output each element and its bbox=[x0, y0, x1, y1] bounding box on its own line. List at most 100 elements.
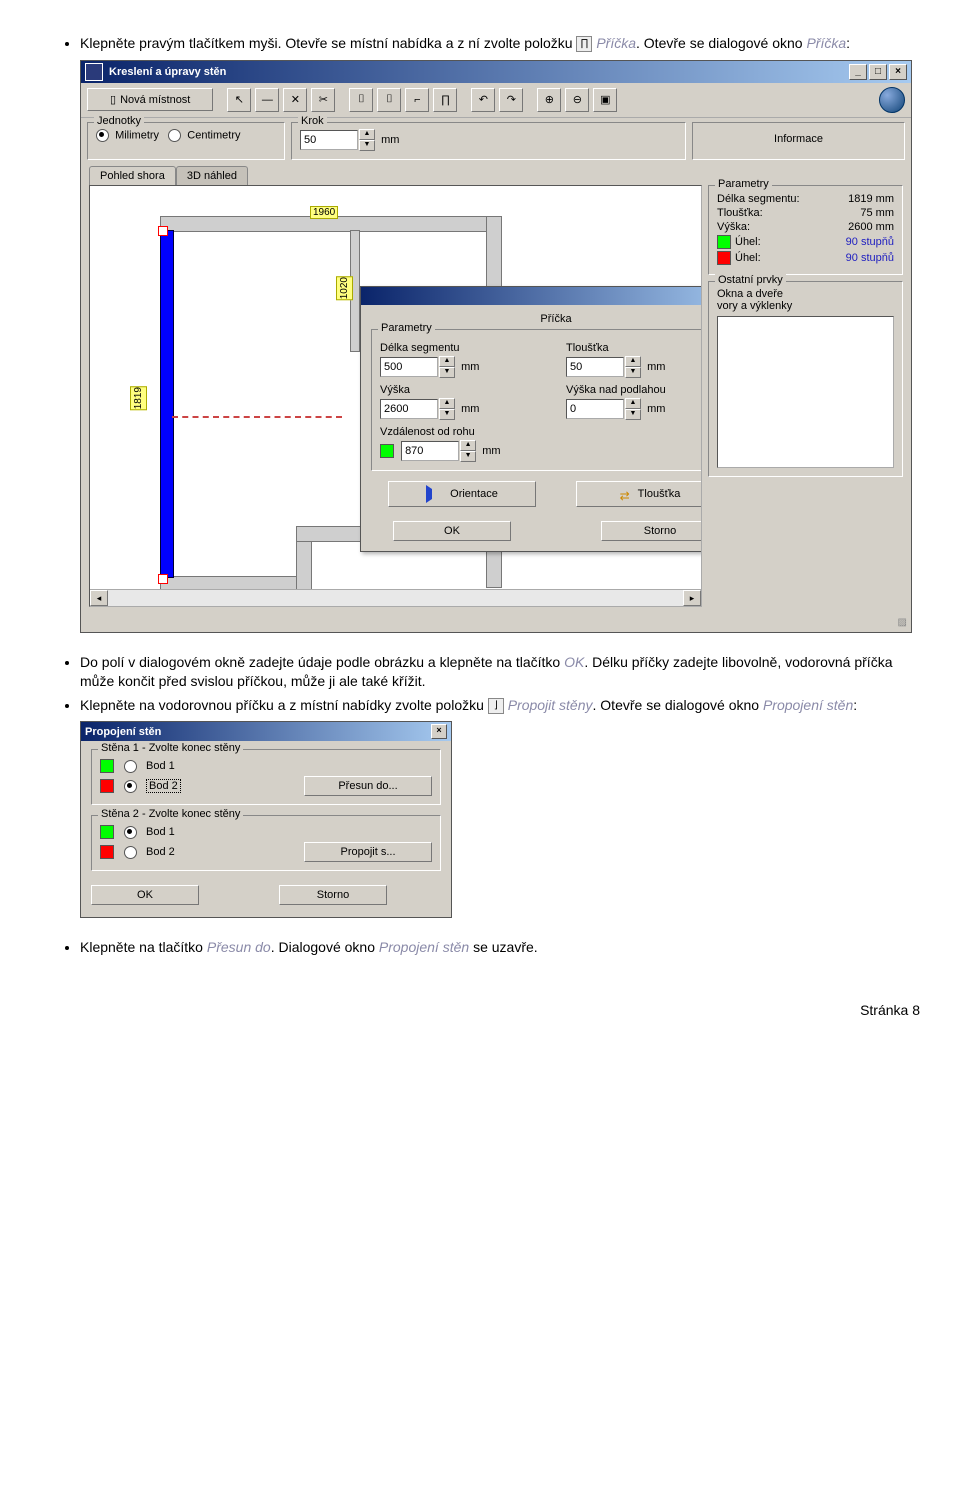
s2-radio-bod2[interactable] bbox=[124, 846, 137, 859]
s2-label-bod2: Bod 2 bbox=[146, 846, 175, 858]
s1-bod1-swatch bbox=[100, 759, 114, 773]
item-okna-dvere[interactable]: Okna a dveře bbox=[717, 288, 894, 300]
zoom-out-button[interactable]: ⊖ bbox=[565, 88, 589, 112]
krok-fieldset: Krok ▲▼ mm bbox=[291, 122, 686, 160]
undo-button[interactable]: ↶ bbox=[471, 88, 495, 112]
window-titlebar: Kreslení a úpravy stěn _ □ × bbox=[81, 61, 911, 83]
wall-handle-top[interactable] bbox=[158, 226, 168, 236]
stena2-legend: Stěna 2 - Zvolte konec stěny bbox=[98, 808, 243, 820]
tloustka-button[interactable]: Tloušťka bbox=[576, 481, 702, 507]
krok-up[interactable]: ▲ bbox=[359, 129, 375, 140]
s2-label-bod1: Bod 1 bbox=[146, 826, 175, 838]
item-vory-vyklenky[interactable]: vory a výklenky bbox=[717, 300, 894, 312]
redo-button[interactable]: ↷ bbox=[499, 88, 523, 112]
swap-icon bbox=[620, 489, 634, 499]
label-vzdal: Vzdálenost od rohu bbox=[380, 426, 702, 438]
pricka-storno-button[interactable]: Storno bbox=[601, 521, 702, 541]
instruction-1: Klepněte pravým tlačítkem myši. Otevře s… bbox=[80, 34, 920, 54]
corner-color-swatch[interactable] bbox=[380, 444, 394, 458]
input-delka[interactable] bbox=[380, 357, 438, 377]
instruction-3: Klepněte na vodorovnou příčku a z místní… bbox=[80, 696, 920, 716]
propojeni-storno-button[interactable]: Storno bbox=[279, 885, 387, 905]
wall-tool-2[interactable]: ⌷ bbox=[377, 88, 401, 112]
jednotky-fieldset: Jednotky Milimetry Centimetry bbox=[87, 122, 285, 160]
zoom-fit-button[interactable]: ▣ bbox=[593, 88, 617, 112]
radio-milimetry[interactable] bbox=[96, 129, 109, 142]
propojit-steny-icon: ⌋ bbox=[488, 698, 504, 714]
kresleni-window: Kreslení a úpravy stěn _ □ × ▯ Nová míst… bbox=[80, 60, 912, 633]
s1-radio-bod1[interactable] bbox=[124, 760, 137, 773]
label-centimetry: Centimetry bbox=[187, 129, 240, 141]
propojeni-sten-dialog: Propojení stěn × Stěna 1 - Zvolte konec … bbox=[80, 721, 452, 918]
parametry-fieldset: Parametry Délka segmentu:1819 mm Tloušťk… bbox=[708, 185, 903, 275]
s2-radio-bod1[interactable] bbox=[124, 826, 137, 839]
input-vzdal[interactable] bbox=[401, 441, 459, 461]
profile-tool[interactable]: ∏ bbox=[433, 88, 457, 112]
s1-bod2-swatch bbox=[100, 779, 114, 793]
resize-grip[interactable]: ▨ bbox=[81, 615, 911, 632]
selected-wall[interactable] bbox=[160, 230, 174, 578]
floorplan-canvas[interactable]: 1960 1020 1819 830 × Příčka Parametry Dé… bbox=[89, 185, 702, 607]
krok-down[interactable]: ▼ bbox=[359, 140, 375, 151]
krok-legend: Krok bbox=[298, 115, 327, 127]
parametry-legend: Parametry bbox=[715, 178, 772, 190]
s1-label-bod2: Bod 2 bbox=[146, 779, 181, 793]
propojeni-ok-button[interactable]: OK bbox=[91, 885, 199, 905]
elements-list[interactable] bbox=[717, 316, 894, 468]
wall-handle-bottom[interactable] bbox=[158, 574, 168, 584]
pricka-dashed bbox=[172, 416, 342, 418]
h-scrollbar[interactable]: ◂ ▸ bbox=[90, 589, 701, 606]
propojit-s-button[interactable]: Propojit s... bbox=[304, 842, 432, 862]
label-delka: Délka segmentu bbox=[380, 342, 546, 354]
nova-mistnost-button[interactable]: ▯ Nová místnost bbox=[87, 88, 213, 111]
krok-unit: mm bbox=[381, 134, 399, 146]
propojeni-close-button[interactable]: × bbox=[431, 724, 447, 739]
line-tool[interactable]: — bbox=[255, 88, 279, 112]
pricka-ok-button[interactable]: OK bbox=[393, 521, 511, 541]
instruction-2: Do polí v dialogovém okně zadejte údaje … bbox=[80, 653, 920, 692]
orientace-button[interactable]: Orientace bbox=[388, 481, 536, 507]
ostatni-legend: Ostatní prvky bbox=[715, 274, 786, 286]
presun-do-button[interactable]: Přesun do... bbox=[304, 776, 432, 796]
propojeni-title: Propojení stěn bbox=[85, 726, 161, 738]
s2-bod2-swatch bbox=[100, 845, 114, 859]
tab-pohled-shora[interactable]: Pohled shora bbox=[89, 166, 176, 185]
app-icon bbox=[85, 63, 103, 81]
s2-bod1-swatch bbox=[100, 825, 114, 839]
angle2-swatch bbox=[717, 251, 731, 265]
cut-tool[interactable]: ✕ bbox=[283, 88, 307, 112]
s1-label-bod1: Bod 1 bbox=[146, 760, 175, 772]
informace-fieldset: Informace bbox=[692, 122, 905, 160]
input-vyska[interactable] bbox=[380, 399, 438, 419]
dim-1960: 1960 bbox=[310, 206, 338, 219]
wall-tool-1[interactable]: ⌷ bbox=[349, 88, 373, 112]
scissors-tool[interactable]: ✂ bbox=[311, 88, 335, 112]
page-footer: Stránka 8 bbox=[40, 962, 920, 1018]
scroll-right[interactable]: ▸ bbox=[683, 590, 701, 606]
label-nadpodl: Výška nad podlahou bbox=[566, 384, 702, 396]
input-tloustka[interactable] bbox=[566, 357, 624, 377]
minimize-button[interactable]: _ bbox=[849, 64, 867, 80]
radio-centimetry[interactable] bbox=[168, 129, 181, 142]
cursor-tool[interactable]: ↖ bbox=[227, 88, 251, 112]
arrow-icon bbox=[426, 485, 446, 503]
krok-input[interactable] bbox=[300, 130, 358, 150]
s1-radio-bod2[interactable] bbox=[124, 780, 137, 793]
zoom-in-button[interactable]: ⊕ bbox=[537, 88, 561, 112]
help-button[interactable] bbox=[879, 87, 905, 113]
scroll-left[interactable]: ◂ bbox=[90, 590, 108, 606]
close-button[interactable]: × bbox=[889, 64, 907, 80]
document-icon: ▯ bbox=[110, 93, 116, 106]
main-toolbar: ▯ Nová místnost ↖ — ✕ ✂ ⌷ ⌷ ⌐ ∏ ↶ ↷ ⊕ ⊖ … bbox=[81, 83, 911, 118]
label-milimetry: Milimetry bbox=[115, 129, 159, 141]
tab-3d-nahled[interactable]: 3D náhled bbox=[176, 166, 248, 185]
stena1-legend: Stěna 1 - Zvolte konec stěny bbox=[98, 742, 243, 754]
ostatni-fieldset: Ostatní prvky Okna a dveře vory a výklen… bbox=[708, 281, 903, 477]
label-tloustka: Tloušťka bbox=[566, 342, 702, 354]
maximize-button[interactable]: □ bbox=[869, 64, 887, 80]
corner-tool[interactable]: ⌐ bbox=[405, 88, 429, 112]
pricka-params-legend: Parametry bbox=[378, 322, 435, 334]
jednotky-legend: Jednotky bbox=[94, 115, 144, 127]
input-nadpodl[interactable] bbox=[566, 399, 624, 419]
informace-header: Informace bbox=[701, 133, 896, 149]
